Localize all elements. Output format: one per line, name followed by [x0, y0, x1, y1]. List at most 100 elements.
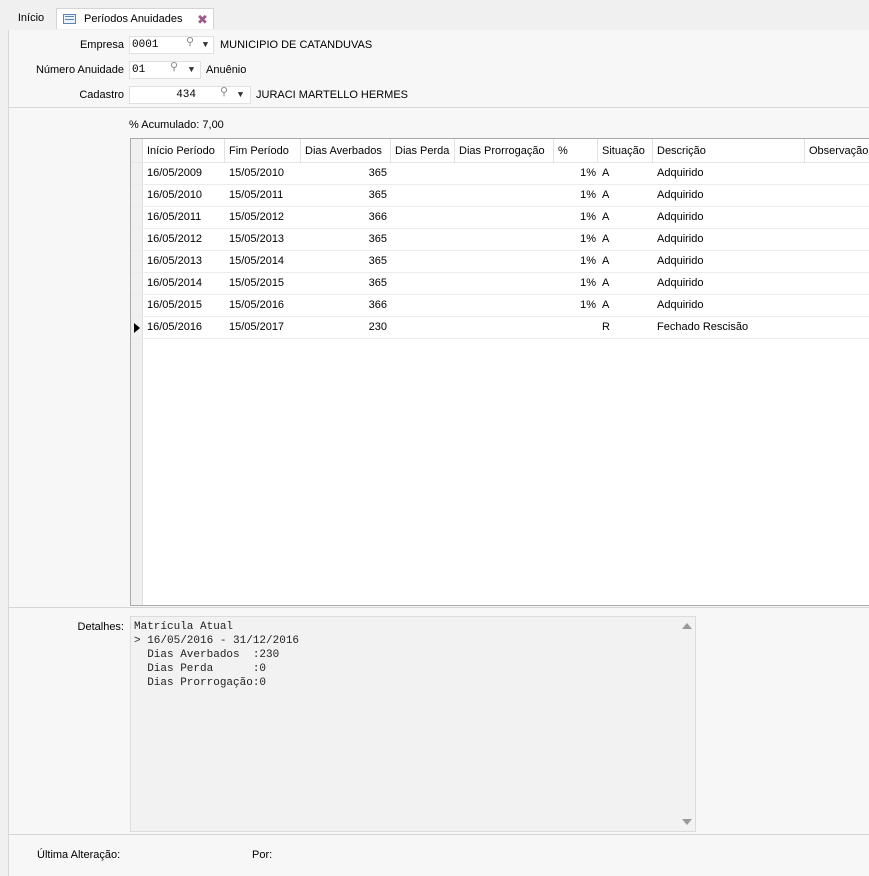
cell-inicio[interactable]: 16/05/2013 — [147, 251, 225, 272]
cell-fim[interactable]: 15/05/2013 — [229, 229, 301, 250]
cell-inicio[interactable]: 16/05/2011 — [147, 207, 225, 228]
cell-inicio[interactable]: 16/05/2015 — [147, 295, 225, 316]
cell-prorrogacao[interactable] — [455, 295, 550, 316]
cell-averbados[interactable]: 365 — [301, 229, 387, 250]
cell-prorrogacao[interactable] — [455, 207, 550, 228]
cell-averbados[interactable]: 365 — [301, 273, 387, 294]
scroll-up-icon[interactable] — [682, 623, 692, 629]
cell-observacao[interactable] — [809, 317, 869, 338]
table-row[interactable]: 16/05/2016 15/05/2017 230 R Fechado Rescisão — [131, 317, 869, 339]
cell-pct[interactable]: 1% — [554, 163, 596, 184]
column-header[interactable]: Descrição — [653, 139, 805, 163]
table-row[interactable]: 16/05/2011 15/05/2012 366 1% A Adquirido — [131, 207, 869, 229]
table-row[interactable]: 16/05/2009 15/05/2010 365 1% A Adquirido — [131, 163, 869, 185]
cell-perda[interactable] — [391, 317, 451, 338]
cell-descricao[interactable]: Adquirido — [657, 163, 805, 184]
search-icon[interactable]: ⚲ — [186, 38, 197, 49]
details-textarea[interactable]: Matrícula Atual > 16/05/2016 - 31/12/201… — [130, 616, 696, 832]
dropdown-icon[interactable]: ▼ — [201, 37, 210, 53]
cell-pct[interactable] — [554, 317, 596, 338]
periods-grid[interactable]: Início Período Fim Período Dias Averbado… — [130, 138, 869, 606]
cell-averbados[interactable]: 230 — [301, 317, 387, 338]
cell-fim[interactable]: 15/05/2017 — [229, 317, 301, 338]
cell-prorrogacao[interactable] — [455, 273, 550, 294]
table-row[interactable]: 16/05/2012 15/05/2013 365 1% A Adquirido — [131, 229, 869, 251]
cell-pct[interactable]: 1% — [554, 185, 596, 206]
column-header[interactable]: Dias Perda — [391, 139, 455, 163]
cell-observacao[interactable] — [809, 229, 869, 250]
cell-situacao[interactable]: A — [602, 273, 653, 294]
cell-situacao[interactable]: R — [602, 317, 653, 338]
cell-perda[interactable] — [391, 229, 451, 250]
search-icon[interactable]: ⚲ — [170, 63, 181, 74]
cell-descricao[interactable]: Adquirido — [657, 295, 805, 316]
cell-fim[interactable]: 15/05/2011 — [229, 185, 301, 206]
cell-averbados[interactable]: 365 — [301, 251, 387, 272]
cell-pct[interactable]: 1% — [554, 295, 596, 316]
cell-situacao[interactable]: A — [602, 229, 653, 250]
cell-descricao[interactable]: Adquirido — [657, 251, 805, 272]
cell-averbados[interactable]: 366 — [301, 207, 387, 228]
cell-perda[interactable] — [391, 185, 451, 206]
table-row[interactable]: 16/05/2015 15/05/2016 366 1% A Adquirido — [131, 295, 869, 317]
cell-pct[interactable]: 1% — [554, 273, 596, 294]
cell-descricao[interactable]: Adquirido — [657, 273, 805, 294]
cell-perda[interactable] — [391, 251, 451, 272]
cell-perda[interactable] — [391, 163, 451, 184]
column-header[interactable]: % — [554, 139, 598, 163]
cell-perda[interactable] — [391, 295, 451, 316]
empresa-field[interactable]: 0001 ⚲ ▼ — [129, 36, 214, 54]
cell-situacao[interactable]: A — [602, 295, 653, 316]
cell-pct[interactable]: 1% — [554, 251, 596, 272]
cell-observacao[interactable] — [809, 251, 869, 272]
cell-observacao[interactable] — [809, 163, 869, 184]
cell-observacao[interactable] — [809, 185, 869, 206]
column-header[interactable]: Situação — [598, 139, 653, 163]
cell-fim[interactable]: 15/05/2010 — [229, 163, 301, 184]
cell-averbados[interactable]: 365 — [301, 185, 387, 206]
cell-fim[interactable]: 15/05/2016 — [229, 295, 301, 316]
cell-prorrogacao[interactable] — [455, 185, 550, 206]
cell-situacao[interactable]: A — [602, 251, 653, 272]
cell-descricao[interactable]: Adquirido — [657, 185, 805, 206]
cell-situacao[interactable]: A — [602, 163, 653, 184]
cell-situacao[interactable]: A — [602, 207, 653, 228]
column-header[interactable]: Observação — [805, 139, 869, 163]
cell-inicio[interactable]: 16/05/2009 — [147, 163, 225, 184]
cell-pct[interactable]: 1% — [554, 229, 596, 250]
cell-fim[interactable]: 15/05/2015 — [229, 273, 301, 294]
cell-descricao[interactable]: Fechado Rescisão — [657, 317, 805, 338]
tab-periodos-anuidades[interactable]: Períodos Anuidades ✖ — [56, 8, 214, 29]
cell-inicio[interactable]: 16/05/2012 — [147, 229, 225, 250]
cell-observacao[interactable] — [809, 295, 869, 316]
numero-anuidade-field[interactable]: 01 ⚲ ▼ — [129, 61, 201, 79]
cell-descricao[interactable]: Adquirido — [657, 207, 805, 228]
column-header[interactable]: Dias Prorrogação — [455, 139, 554, 163]
cell-inicio[interactable]: 16/05/2014 — [147, 273, 225, 294]
cell-prorrogacao[interactable] — [455, 229, 550, 250]
column-header[interactable]: Dias Averbados — [301, 139, 391, 163]
cell-prorrogacao[interactable] — [455, 251, 550, 272]
cell-perda[interactable] — [391, 207, 451, 228]
cell-observacao[interactable] — [809, 207, 869, 228]
close-tab-icon[interactable]: ✖ — [197, 9, 208, 30]
cell-prorrogacao[interactable] — [455, 317, 550, 338]
cell-perda[interactable] — [391, 273, 451, 294]
cell-fim[interactable]: 15/05/2014 — [229, 251, 301, 272]
cell-inicio[interactable]: 16/05/2010 — [147, 185, 225, 206]
tab-inicio[interactable]: Início — [8, 8, 54, 29]
cell-averbados[interactable]: 366 — [301, 295, 387, 316]
cell-averbados[interactable]: 365 — [301, 163, 387, 184]
cell-fim[interactable]: 15/05/2012 — [229, 207, 301, 228]
cell-descricao[interactable]: Adquirido — [657, 229, 805, 250]
scroll-down-icon[interactable] — [682, 819, 692, 825]
cadastro-field[interactable]: 434 ⚲ ▼ — [129, 86, 251, 104]
cell-prorrogacao[interactable] — [455, 163, 550, 184]
table-row[interactable]: 16/05/2014 15/05/2015 365 1% A Adquirido — [131, 273, 869, 295]
search-icon[interactable]: ⚲ — [220, 88, 231, 99]
table-row[interactable]: 16/05/2010 15/05/2011 365 1% A Adquirido — [131, 185, 869, 207]
column-header[interactable]: Início Período — [143, 139, 225, 163]
dropdown-icon[interactable]: ▼ — [187, 62, 196, 78]
cell-observacao[interactable] — [809, 273, 869, 294]
column-header[interactable]: Fim Período — [225, 139, 301, 163]
